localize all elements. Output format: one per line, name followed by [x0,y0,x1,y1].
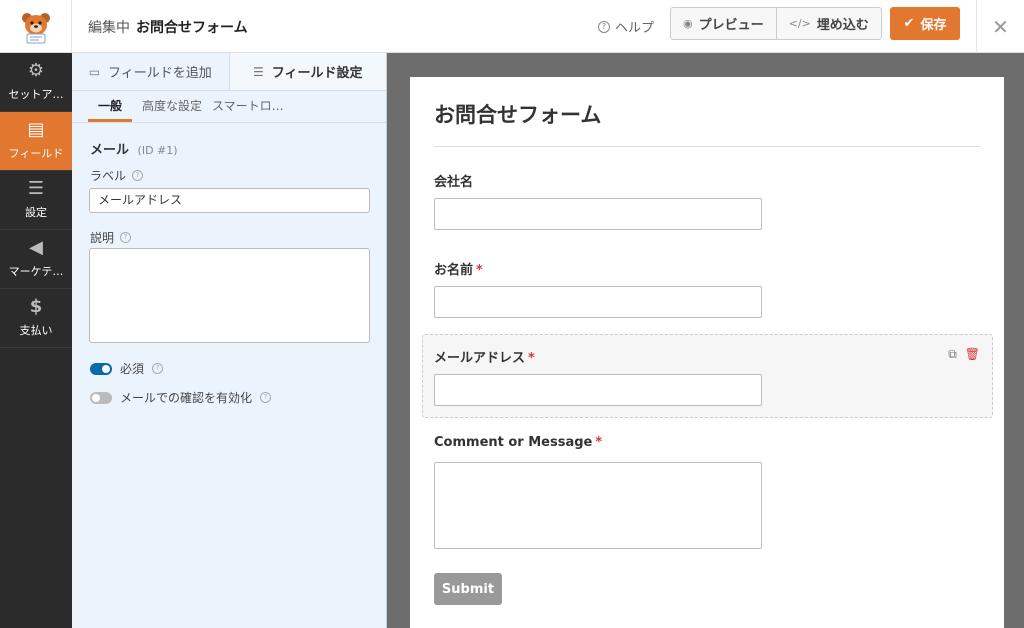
sidebar-item-label: 設定 [25,206,47,219]
sidebar-item-payments[interactable]: $ 支払い [0,289,72,348]
required-toggle[interactable] [90,362,112,375]
fields-icon: ▤ [27,119,45,140]
divider [434,146,980,147]
eye-icon: ◉ [683,17,693,30]
sidebar-item-label: 支払い [19,324,53,337]
preview-label: プレビュー [698,18,764,33]
submit-button[interactable]: Submit [434,573,502,605]
form-name: お問合せフォーム [136,19,248,36]
page-title: 編集中 お問合せフォーム [88,0,248,53]
subtab-general[interactable]: 一般 [88,97,133,122]
company-input[interactable] [434,198,762,230]
sidebar-item-label: マーケテ… [8,265,64,278]
email-input[interactable] [434,374,762,406]
checkmark-icon: ✔ [903,16,915,31]
sliders-icon: ☰ [252,64,264,79]
builder-sidebar: ⚙ セットア… ▤ フィールド ☰ 設定 ◀ マーケテ… $ 支払い [0,53,72,628]
form-preview: お問合せフォーム 会社名 お名前 * ⧉ 🗑 メールアドレス * Comment o… [410,77,1004,628]
email-confirmation-toggle[interactable] [90,391,112,404]
sidebar-item-setup[interactable]: ⚙ セットア… [0,53,72,112]
required-mark: * [476,263,483,278]
tab-add-fields[interactable]: ▭ フィールドを追加 [72,53,230,90]
field-label-name: お名前 * [434,263,483,278]
sidebar-item-marketing[interactable]: ◀ マーケテ… [0,230,72,289]
label-caption-row: ラベル ? [90,167,144,184]
label-input[interactable]: メールアドレス [89,188,370,213]
dollar-icon: $ [29,296,43,317]
description-textarea[interactable] [89,248,370,343]
bear-mascot-icon [21,12,50,43]
help-tooltip-icon[interactable]: ? [120,232,132,243]
field-label-comment: Comment or Message * [434,435,603,450]
list-icon: ▭ [88,64,101,79]
close-icon: ✕ [992,14,1009,39]
sidebar-item-label: フィールド [8,147,64,160]
field-label-company: 会社名 [434,175,474,190]
sidebar-item-settings[interactable]: ☰ 設定 [0,171,72,230]
question-icon: ? [598,20,610,33]
help-label: ヘルプ [615,21,655,36]
help-tooltip-icon[interactable]: ? [132,170,144,181]
tab-field-options[interactable]: ☰ フィールド設定 [229,53,386,90]
field-type: メール [90,143,130,158]
duplicate-icon[interactable]: ⧉ [948,347,957,362]
confirmation-toggle-row: メールでの確認を有効化 ? [90,389,272,406]
help-tooltip-icon[interactable]: ? [260,392,272,403]
confirmation-label: メールでの確認を有効化 [120,391,253,405]
subtab-smart-logic[interactable]: スマートロ… [212,97,294,122]
required-label: 必須 [120,362,145,376]
sidebar-item-fields[interactable]: ▤ フィールド [0,112,72,171]
field-options-panel: ▭ フィールドを追加 ☰ フィールド設定 一般 高度な設定 スマートロ… メール… [72,53,387,628]
help-tooltip-icon[interactable]: ? [152,363,164,374]
preview-embed-group: ◉ プレビュー </> 埋め込む [670,7,882,40]
sliders-icon: ☰ [27,178,45,199]
field-id: (ID #1) [137,144,178,157]
description-caption-row: 説明 ? [90,229,132,246]
field-label-email: メールアドレス * [434,351,535,366]
subtab-advanced[interactable]: 高度な設定 [132,97,212,122]
label-caption: ラベル [90,169,127,183]
sidebar-item-label: セットア… [8,88,64,101]
comment-textarea[interactable] [434,462,762,549]
gear-icon: ⚙ [27,60,45,81]
required-mark: * [595,435,603,450]
field-actions: ⧉ 🗑 [948,347,980,362]
embed-label: 埋め込む [816,18,869,33]
preview-button[interactable]: ◉ プレビュー [671,8,776,39]
name-input[interactable] [434,286,762,318]
wpforms-logo [0,0,72,53]
megaphone-icon: ◀ [29,237,43,258]
close-button[interactable]: ✕ [976,0,1024,53]
trash-icon[interactable]: 🗑 [965,347,980,362]
save-label: 保存 [920,18,947,33]
description-caption: 説明 [90,231,115,245]
required-toggle-row: 必須 ? [90,360,164,377]
editing-prefix: 編集中 [88,19,130,36]
tab-label: フィールド設定 [271,66,363,81]
required-mark: * [528,351,535,366]
field-option-subtabs: 一般 高度な設定 スマートロ… [72,91,386,123]
embed-button[interactable]: </> 埋め込む [775,8,881,39]
tab-label: フィールドを追加 [108,66,212,81]
code-icon: </> [788,17,811,30]
help-button[interactable]: ? ヘルプ [598,0,654,53]
form-title: お問合せフォーム [434,103,602,127]
save-button[interactable]: ✔ 保存 [890,7,960,40]
top-bar: 編集中 お問合せフォーム ? ヘルプ ◉ プレビュー </> 埋め込む ✔ 保存… [0,0,1024,53]
panel-tabs: ▭ フィールドを追加 ☰ フィールド設定 [72,53,386,91]
field-heading: メール (ID #1) [90,139,178,158]
